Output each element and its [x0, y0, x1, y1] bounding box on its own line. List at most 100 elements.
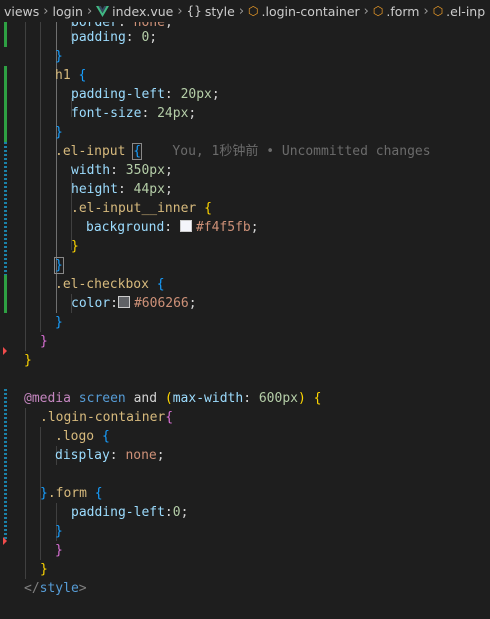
- matching-brace: }: [54, 257, 64, 274]
- css-property: width: [71, 163, 111, 178]
- breadcrumb-label: .form: [386, 3, 420, 19]
- code-line: }: [24, 353, 32, 368]
- code-line: display: none;: [55, 448, 165, 463]
- code-line: }.form {: [40, 486, 103, 501]
- code-line: .logo {: [55, 429, 110, 444]
- code-line: background: #f4f5fb;: [86, 220, 259, 235]
- css-property: height: [71, 182, 118, 197]
- code-line: height: 44px;: [71, 182, 173, 197]
- breadcrumb-item-style[interactable]: {} style: [187, 4, 235, 19]
- code-line: h1 {: [55, 68, 87, 83]
- deleted-lines-marker[interactable]: [3, 537, 7, 545]
- indent-guide: [40, 22, 41, 332]
- chevron-right-icon: ›: [363, 3, 369, 19]
- css-selector: h1: [55, 68, 71, 83]
- html-tag-name: style: [39, 581, 79, 596]
- code-line: }: [55, 47, 63, 66]
- added-lines-marker[interactable]: [4, 275, 7, 313]
- color-swatch[interactable]: [179, 220, 192, 232]
- media-type: screen: [78, 391, 126, 406]
- css-class-icon: ⬡: [432, 4, 444, 18]
- breadcrumb-label: index.vue: [112, 3, 174, 19]
- code-line: color: #606266;: [71, 296, 197, 311]
- css-value: #f4f5fb: [195, 220, 251, 235]
- css-value: 600px: [258, 391, 298, 406]
- css-value: none: [125, 448, 157, 463]
- chevron-right-icon: ›: [177, 3, 183, 19]
- code-line-current: .el-input { You, 1秒钟前 • Uncommitted chan…: [55, 142, 431, 161]
- braces-icon: {}: [186, 4, 202, 18]
- git-blame-annotation: You, 1秒钟前 • Uncommitted changes: [172, 144, 431, 159]
- breadcrumb-label: .el-inp: [446, 3, 486, 19]
- css-selector: .login-container: [40, 410, 166, 425]
- css-selector: .el-checkbox: [55, 277, 149, 292]
- code-line: }: [55, 543, 63, 558]
- code-line: padding-left: 20px;: [71, 87, 220, 102]
- css-selector: .el-input__inner: [71, 201, 197, 216]
- code-line: }: [71, 239, 79, 254]
- code-editor[interactable]: border: none; padding: 0; } h1 { padding…: [0, 22, 490, 619]
- code-line: }: [40, 562, 48, 577]
- css-value: 350px: [125, 163, 165, 178]
- css-property: font-size: [71, 106, 142, 121]
- breadcrumb-label: views: [4, 3, 40, 19]
- css-property: padding: [71, 30, 126, 45]
- css-value: 20px: [180, 87, 212, 102]
- modified-lines-marker[interactable]: [4, 389, 7, 541]
- code-line: width: 350px;: [71, 163, 173, 178]
- vue-file-icon: [96, 5, 110, 17]
- modified-lines-marker[interactable]: [4, 142, 7, 275]
- color-swatch[interactable]: [117, 296, 130, 308]
- breadcrumb-item-form[interactable]: ⬡ .form: [373, 4, 420, 19]
- code-line: .el-checkbox {: [55, 277, 165, 292]
- css-property: display: [55, 448, 110, 463]
- chevron-right-icon: ›: [43, 3, 49, 19]
- code-line: .login-container{: [40, 410, 174, 425]
- indent-guide: [25, 408, 26, 579]
- css-value: 44px: [133, 182, 165, 197]
- chevron-right-icon: ›: [86, 3, 93, 19]
- code-line: </style>: [24, 581, 87, 596]
- chevron-right-icon: ›: [423, 3, 429, 19]
- code-line: }: [40, 334, 48, 349]
- css-selector: .el-input: [55, 144, 126, 159]
- matching-brace: {: [132, 143, 143, 160]
- code-line: @media screen and (max-width: 600px) {: [24, 391, 322, 406]
- code-line: padding-left:0;: [71, 505, 189, 520]
- code-line: }: [54, 256, 64, 275]
- breadcrumb: views › login › index.vue › {} style › ⬡.…: [0, 0, 490, 22]
- css-property: background: [86, 220, 165, 235]
- code-line: }: [55, 125, 63, 140]
- css-value: 0: [172, 505, 181, 520]
- breadcrumb-label: login: [52, 3, 83, 19]
- breadcrumb-item-views[interactable]: views: [4, 4, 39, 19]
- code-line: font-size: 24px;: [71, 106, 197, 121]
- breadcrumb-item-file[interactable]: index.vue: [96, 4, 173, 19]
- code-line: }: [55, 315, 63, 330]
- code-line: }: [55, 524, 63, 539]
- css-property: color: [71, 296, 111, 311]
- css-value: #606266: [133, 296, 189, 311]
- css-class-icon: ⬡: [248, 4, 259, 18]
- breadcrumb-item-el-input[interactable]: ⬡ .el-inp: [433, 4, 485, 19]
- deleted-lines-marker[interactable]: [3, 347, 7, 355]
- css-property: padding-left: [71, 87, 165, 102]
- media-operator: and: [133, 391, 158, 406]
- added-lines-marker[interactable]: [4, 66, 7, 142]
- closing-brace: }: [55, 49, 63, 64]
- css-class-icon: ⬡: [372, 4, 384, 18]
- css-selector: .logo: [55, 429, 95, 444]
- css-selector: .form: [47, 486, 87, 501]
- css-value: 24px: [157, 106, 189, 121]
- breadcrumb-label: .login-container: [261, 3, 360, 19]
- breadcrumb-item-login-container[interactable]: ⬡ .login-container: [248, 4, 360, 19]
- added-lines-marker[interactable]: [4, 22, 7, 47]
- chevron-right-icon: ›: [238, 3, 245, 19]
- code-line: padding: 0;: [71, 30, 158, 45]
- breadcrumb-label: style: [204, 3, 235, 19]
- css-property: padding-left: [71, 505, 165, 520]
- indent-guide: [25, 22, 26, 351]
- breadcrumb-item-login[interactable]: login: [53, 4, 83, 19]
- code-line: .el-input__inner {: [71, 201, 212, 216]
- css-property: max-width: [172, 391, 244, 406]
